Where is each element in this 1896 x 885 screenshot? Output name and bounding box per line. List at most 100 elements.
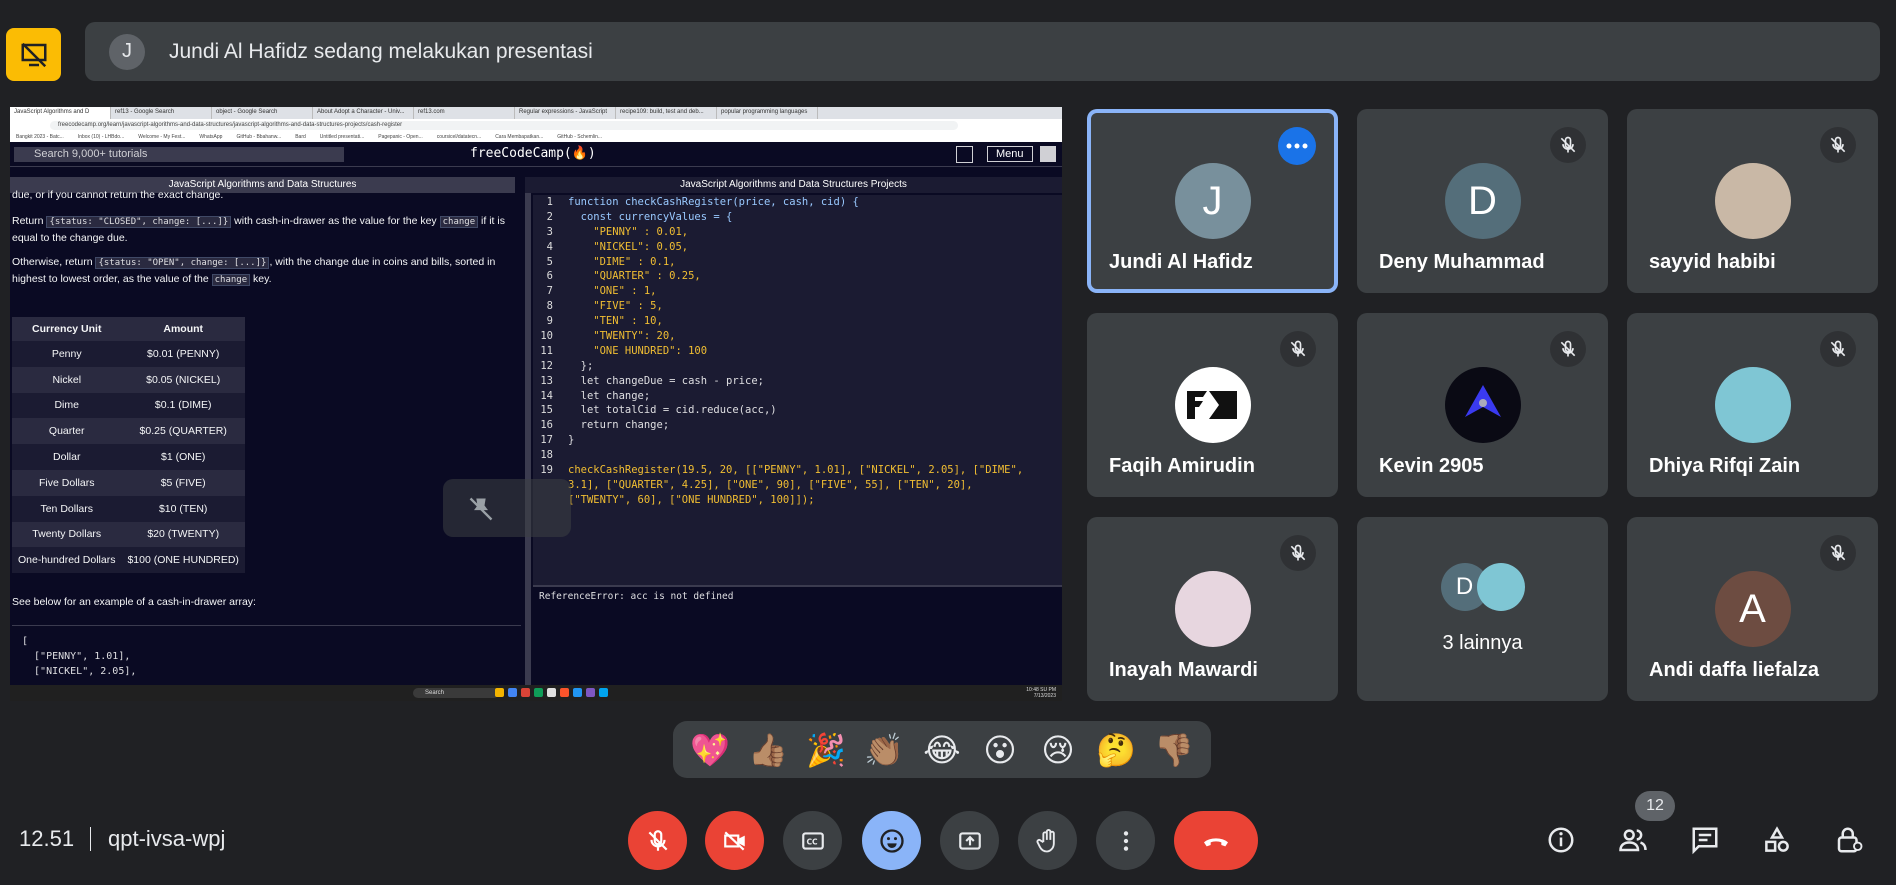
table-cell: $0.1 (DIME) (121, 392, 245, 419)
line-number: 15 (540, 404, 553, 417)
participant-name: Inayah Mawardi (1109, 659, 1258, 681)
browser-address-bar: freecodecamp.org/learn/javascript-algori… (10, 119, 1062, 132)
reaction-emoji[interactable]: 😢 (1036, 728, 1080, 772)
meeting-info-button[interactable] (1541, 820, 1581, 860)
participant-avatar: A (1714, 571, 1791, 647)
participant-name: Deny Muhammad (1379, 251, 1545, 273)
participant-tile[interactable]: Inayah Mawardi (1087, 517, 1338, 701)
participant-name: sayyid habibi (1649, 251, 1776, 273)
participant-tile[interactable]: sayyid habibi (1627, 109, 1878, 293)
code-text: const currencyValues = { (568, 210, 733, 223)
end-call-icon (1204, 837, 1228, 846)
code-line: 12 }; (533, 359, 1062, 374)
code-line: 3.1], ["QUARTER", 4.25], ["ONE", 90], ["… (533, 478, 1062, 493)
participant-tile[interactable]: A Andi daffa liefalza (1627, 517, 1878, 701)
fcc-navbar: Search 9,000+ tutorials freeCodeCamp(🔥) … (10, 142, 1062, 167)
bookmark-item: Cara Membapatkan... (495, 134, 544, 140)
line-number: 6 (546, 270, 553, 283)
code-line: 7 "ONE" : 1, (533, 284, 1062, 299)
breadcrumb-right: JavaScript Algorithms and Data Structure… (525, 177, 1062, 193)
captions-button[interactable]: CC (783, 811, 842, 870)
chat-icon (1692, 827, 1718, 855)
participant-tile[interactable]: J Jundi Al Hafidz (1087, 109, 1338, 293)
table-row: Dollar $1 (ONE) (12, 444, 245, 470)
people-icon (1619, 829, 1647, 852)
participant-avatar (1714, 367, 1791, 443)
code-line: 11 "ONE HUNDRED": 100 (533, 344, 1062, 359)
participant-name: Andi daffa liefalza (1649, 659, 1820, 681)
browser-tab: Regular expressions - JavaScript (515, 107, 616, 119)
present-screen-icon (958, 831, 981, 850)
desc-paragraph-2: Otherwise, return {status: "OPEN", chang… (12, 256, 496, 286)
stop-presenting-icon[interactable] (6, 28, 61, 81)
code-text: } (568, 434, 575, 447)
more-options-button[interactable] (1096, 811, 1155, 870)
array-line: [ (22, 636, 29, 647)
presenter-avatar: J (109, 33, 145, 70)
code-line: 18 (533, 448, 1062, 463)
camera-off-button[interactable] (705, 811, 764, 870)
windows-taskbar: Search 10:48 SU PM 7/13/2023 (10, 685, 1062, 701)
present-button[interactable] (940, 811, 999, 870)
fcc-logo: freeCodeCamp(🔥) (470, 146, 596, 161)
participant-tile[interactable]: Kevin 2905 (1357, 313, 1608, 497)
code-text: let changeDue = cash - price; (568, 374, 764, 387)
participant-tile[interactable]: Faqih Amirudin (1087, 313, 1338, 497)
reaction-emoji[interactable]: 👎🏽 (1152, 728, 1196, 772)
bookmark-item: Untitled presentati... (319, 134, 365, 140)
code-line: 14 let change; (533, 389, 1062, 404)
people-count-badge: 12 (1635, 791, 1675, 821)
code-text: let totalCid = cid.reduce(acc,) (568, 404, 777, 417)
reaction-emoji[interactable]: 💖 (688, 728, 732, 772)
fcc-search-input: Search 9,000+ tutorials (14, 147, 344, 162)
table-cell: Dime (12, 392, 122, 419)
line-number: 4 (546, 240, 553, 253)
meeting-code: qpt-ivsa-wpj (108, 826, 226, 851)
shared-screen: JavaScript Algorithms and Dref13 - Googl… (10, 107, 1062, 701)
chat-button[interactable] (1685, 820, 1725, 860)
participant-tile[interactable]: D Deny Muhammad (1357, 109, 1608, 293)
reaction-button[interactable] (862, 811, 921, 870)
people-button[interactable] (1613, 820, 1653, 860)
presentation-banner: J Jundi Al Hafidz sedang melakukan prese… (85, 22, 1880, 81)
host-controls-button[interactable] (1829, 820, 1869, 860)
camera-off-icon (723, 831, 745, 850)
table-cell: One-hundred Dollars (12, 547, 122, 574)
muted-mic-icon (1280, 535, 1316, 571)
reaction-emoji[interactable]: 👏🏽 (862, 728, 906, 772)
more-options-icon[interactable] (1278, 127, 1316, 165)
line-number: 3 (546, 225, 553, 238)
browser-tab: object - Google Search (212, 107, 313, 119)
participant-tile[interactable]: Dhiya Rifqi Zain (1627, 313, 1878, 497)
code-line: ["TWENTY", 60], ["ONE HUNDRED", 100]]); (533, 493, 1062, 508)
participant-name: Dhiya Rifqi Zain (1649, 455, 1801, 477)
table-row: Dime $0.1 (DIME) (12, 392, 245, 419)
bookmark-item: Pagepanic - Open... (378, 134, 423, 140)
mic-off-button[interactable] (628, 811, 687, 870)
table-cell: $10 (TEN) (121, 495, 245, 522)
code-line: 9 "TEN" : 10, (533, 314, 1062, 329)
code-text: "NICKEL": 0.05, (568, 240, 689, 253)
participant-tile[interactable]: D3 lainnya (1357, 517, 1608, 701)
table-cell: $5 (FIVE) (121, 469, 245, 496)
line-number: 17 (540, 434, 553, 447)
line-number: 5 (546, 255, 553, 268)
table-header: Amount (121, 317, 245, 341)
reaction-emoji[interactable]: 👍🏽 (746, 728, 790, 772)
reaction-emoji[interactable]: 😂 (920, 728, 964, 772)
reaction-emoji[interactable]: 😮 (978, 728, 1022, 772)
raise-hand-button[interactable] (1018, 811, 1077, 870)
reaction-emoji[interactable]: 🎉 (804, 728, 848, 772)
table-row: One-hundred Dollars $100 (ONE HUNDRED) (12, 547, 245, 574)
code-text: "ONE HUNDRED": 100 (568, 344, 708, 357)
lock-person-icon (1837, 827, 1863, 853)
leave-call-button[interactable] (1174, 811, 1258, 870)
code-text: return change; (568, 419, 670, 432)
table-cell: Ten Dollars (12, 495, 122, 522)
activities-button[interactable] (1757, 820, 1797, 860)
table-row: Nickel $0.05 (NICKEL) (12, 366, 245, 393)
browser-tab: ref13 - Google Search (111, 107, 212, 119)
bookmark-item: GitHub - Bbahanw... (236, 134, 282, 140)
bookmark-item: coursicel/datatecn... (436, 134, 482, 140)
reaction-emoji[interactable]: 🤔 (1094, 728, 1138, 772)
